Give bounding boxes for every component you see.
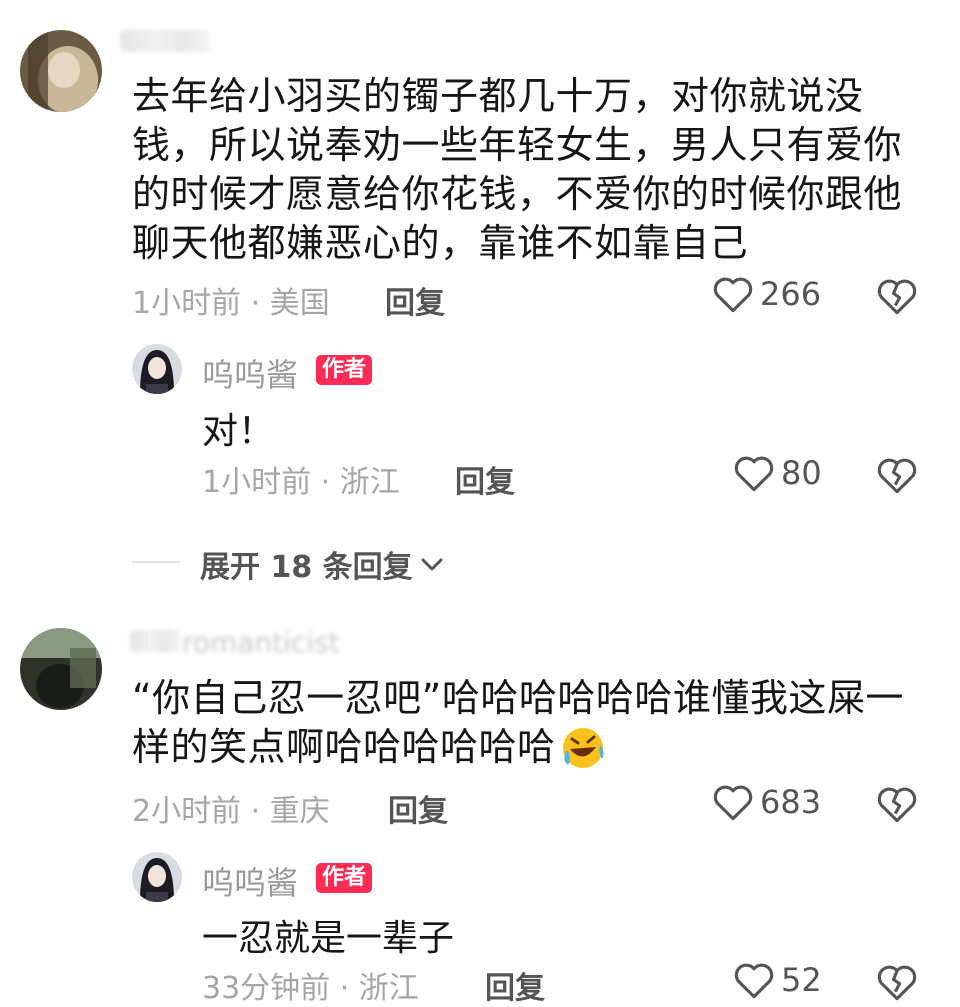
comment-text: 去年给小羽买的镯子都几十万，对你就说没 钱，所以说奉劝一些年轻女生，男人只有爱你… — [132, 74, 903, 265]
commenter-avatar[interactable] — [20, 30, 102, 112]
comment-text: “你自己忍一忍吧”哈哈哈哈哈哈谁懂我这屎一 样的笑点啊哈哈哈哈哈哈 — [132, 674, 942, 772]
reply-button[interactable]: 回复 — [388, 786, 448, 830]
broken-heart-icon — [876, 784, 918, 824]
reply-time-location: 33分钟前 · 浙江 — [202, 971, 419, 1006]
dislike-button[interactable] — [876, 276, 918, 316]
heart-outline-icon — [733, 453, 775, 493]
author-avatar[interactable] — [132, 344, 182, 394]
like-count: 683 — [760, 783, 822, 821]
dislike-button[interactable] — [876, 962, 918, 1002]
reply-time-location: 1小时前 · 浙江 — [202, 465, 400, 500]
reply-author-name[interactable]: 呜呜酱 — [202, 350, 298, 396]
like-button[interactable]: 52 — [733, 960, 822, 1000]
username-blurred[interactable]: romanticist — [130, 626, 360, 659]
author-avatar[interactable] — [132, 852, 182, 902]
username-blurred[interactable] — [120, 30, 210, 52]
like-button[interactable]: 80 — [733, 453, 822, 493]
like-count: 52 — [781, 961, 822, 999]
author-badge: 作者 — [316, 863, 373, 893]
broken-heart-icon — [876, 962, 918, 1002]
like-button[interactable]: 266 — [712, 274, 821, 314]
like-count: 80 — [781, 454, 822, 492]
like-count: 266 — [760, 275, 822, 313]
chevron-down-icon — [419, 554, 445, 574]
laughing-crying-emoji — [560, 725, 606, 771]
broken-heart-icon — [876, 455, 918, 495]
reply-button[interactable]: 回复 — [485, 963, 545, 1007]
expand-replies-label: 展开 18 条回复 — [200, 550, 413, 585]
reply-author-name[interactable]: 呜呜酱 — [202, 858, 298, 904]
dislike-button[interactable] — [876, 455, 918, 495]
reply-text: 对！ — [202, 411, 275, 452]
username-partial: romanticist — [182, 626, 340, 659]
broken-heart-icon — [876, 276, 918, 316]
reply-button[interactable]: 回复 — [455, 457, 515, 501]
like-button[interactable]: 683 — [712, 782, 821, 822]
author-badge: 作者 — [316, 355, 373, 385]
reply-button[interactable]: 回复 — [385, 278, 445, 322]
expand-replies-button[interactable]: 展开 18 条回复 — [200, 542, 445, 586]
heart-outline-icon — [712, 274, 754, 314]
reply-text: 一忍就是一辈子 — [202, 918, 455, 959]
comment-time-location: 1小时前 · 美国 — [132, 286, 330, 321]
comment-time-location: 2小时前 · 重庆 — [132, 794, 330, 829]
dislike-button[interactable] — [876, 784, 918, 824]
heart-outline-icon — [712, 782, 754, 822]
commenter-avatar[interactable] — [20, 628, 102, 710]
expand-divider — [132, 561, 180, 563]
heart-outline-icon — [733, 960, 775, 1000]
